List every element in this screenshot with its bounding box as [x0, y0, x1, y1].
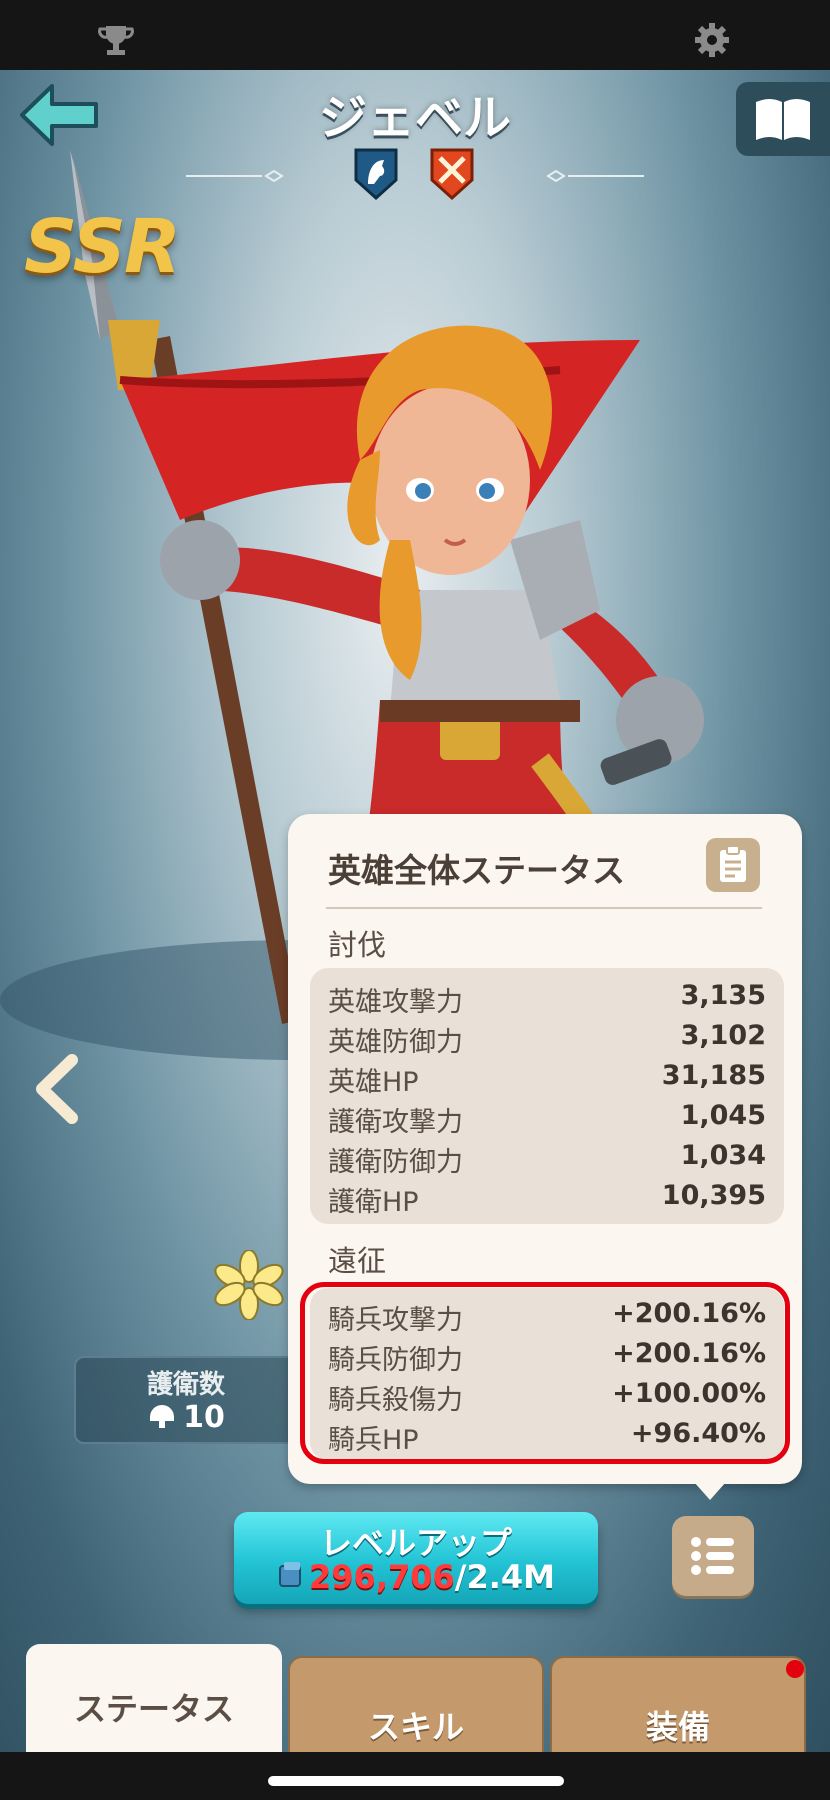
- helmet-icon: [147, 1401, 177, 1437]
- hero-total-status-panel: 英雄全体ステータス 討伐 英雄攻撃力 3,135 英雄防御力 3,102 英雄HP 3…: [288, 814, 802, 1484]
- stat-value: 10,395: [661, 1180, 766, 1211]
- notification-dot: [786, 1660, 804, 1678]
- list-icon: [691, 1537, 734, 1575]
- expedition-highlight-frame: [300, 1282, 790, 1464]
- trophy-icon[interactable]: [96, 20, 136, 60]
- section-label-subjugation: 討伐: [328, 928, 387, 962]
- stat-value: 1,045: [680, 1100, 766, 1131]
- title-ornament-left: [186, 170, 284, 182]
- stat-label: 英雄防御力: [328, 1027, 463, 1058]
- stat-row: 英雄防御力 3,102: [328, 1020, 766, 1060]
- stat-value: 3,135: [680, 980, 766, 1011]
- top-bar: [0, 0, 830, 70]
- crossed-swords-badge-icon: [430, 148, 474, 200]
- escort-count-value: 10: [183, 1400, 225, 1435]
- stat-row: 護衛HP 10,395: [328, 1180, 766, 1220]
- gear-icon[interactable]: [692, 20, 732, 60]
- escort-count-box: 護衛数 10: [74, 1356, 298, 1444]
- level-up-cost: 296,706/2.4M: [234, 1558, 598, 1598]
- stat-label: 護衛防御力: [328, 1147, 463, 1178]
- tab-status[interactable]: ステータス: [26, 1644, 282, 1754]
- stat-value: 31,185: [661, 1060, 766, 1091]
- panel-divider: [326, 907, 762, 909]
- level-up-current-amount: 296,706: [309, 1558, 455, 1596]
- title-ornament-right: [546, 170, 644, 182]
- escort-count-value-row: 10: [76, 1400, 296, 1437]
- stat-row: 護衛防御力 1,034: [328, 1140, 766, 1180]
- level-up-button[interactable]: レベルアップ 296,706/2.4M: [234, 1512, 598, 1604]
- subjugation-stats-box: 英雄攻撃力 3,135 英雄防御力 3,102 英雄HP 31,185 護衛攻撃力 1,…: [310, 968, 784, 1224]
- tab-equipment[interactable]: 装備: [550, 1656, 806, 1754]
- stat-row: 護衛攻撃力 1,045: [328, 1100, 766, 1140]
- stat-row: 英雄攻撃力 3,135: [328, 980, 766, 1020]
- stat-value: 3,102: [680, 1020, 766, 1051]
- level-up-required-amount: /2.4M: [454, 1558, 555, 1596]
- stat-label: 英雄攻撃力: [328, 987, 463, 1018]
- rarity-label: SSR: [24, 204, 181, 290]
- panel-title: 英雄全体ステータス: [328, 851, 625, 890]
- stat-label: 護衛攻撃力: [328, 1107, 463, 1138]
- clipboard-icon[interactable]: [706, 838, 760, 892]
- tab-skill[interactable]: スキル: [288, 1656, 544, 1754]
- stat-value: 1,034: [680, 1140, 766, 1171]
- list-button[interactable]: [672, 1516, 754, 1596]
- stat-label: 英雄HP: [328, 1067, 419, 1098]
- stat-row: 英雄HP 31,185: [328, 1060, 766, 1100]
- hero-name: ジェベル: [318, 90, 511, 146]
- stat-label: 護衛HP: [328, 1187, 419, 1218]
- home-indicator[interactable]: [268, 1776, 564, 1786]
- cavalry-badge-icon: [354, 148, 398, 200]
- chevron-left-icon[interactable]: [32, 1054, 86, 1124]
- star-flower-icon[interactable]: [214, 1250, 284, 1320]
- resource-icon: [277, 1560, 305, 1598]
- panel-pointer: [694, 1482, 726, 1500]
- section-label-expedition: 遠征: [328, 1244, 387, 1278]
- escort-count-label: 護衛数: [146, 1370, 225, 1400]
